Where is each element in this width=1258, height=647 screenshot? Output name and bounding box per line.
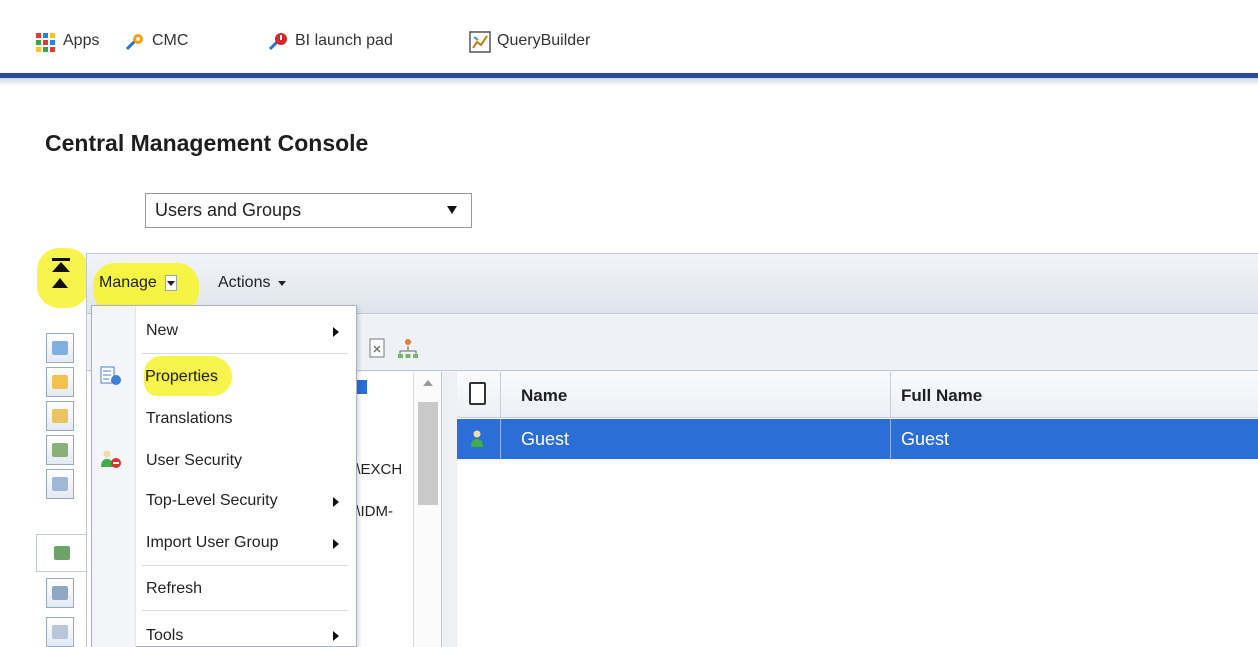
manage-label: Manage <box>99 274 157 291</box>
personal-folder-icon <box>52 477 68 491</box>
menu-item-translations[interactable]: Translations <box>146 410 233 428</box>
tab-favorites[interactable] <box>46 401 74 431</box>
bookmark-bi-launch-pad[interactable]: BI launch pad <box>267 30 393 52</box>
tab-users-and-groups[interactable] <box>36 534 86 572</box>
users-groups-icon <box>53 546 70 560</box>
cell-name: Guest <box>521 429 570 449</box>
actions-dropdown-icon <box>278 280 287 286</box>
document-icon <box>469 382 486 405</box>
delete-icon[interactable] <box>367 337 389 359</box>
bookmark-bi-launch-pad-label: BI launch pad <box>295 32 393 49</box>
tab-group-hierarchy[interactable] <box>46 578 74 608</box>
apps-grid-icon <box>36 32 55 52</box>
pane-splitter[interactable] <box>441 372 457 647</box>
tab-properties[interactable] <box>46 333 74 363</box>
menu-item-tools[interactable]: Tools <box>146 627 183 645</box>
inbox-folder-icon <box>52 443 68 457</box>
menu-separator <box>142 353 348 354</box>
menu-item-top-level-security[interactable]: Top-Level Security <box>146 492 278 510</box>
collapse-bar-icon <box>52 258 70 261</box>
menu-item-user-security[interactable]: User Security <box>146 452 242 470</box>
bookmark-cmc-label: CMC <box>152 32 189 49</box>
area-select-value: Users and Groups <box>155 200 302 220</box>
bookmarks-bar: Apps CMC BI launch pad QueryBuilder <box>0 0 1258 86</box>
tab-personal[interactable] <box>46 469 74 499</box>
submenu-arrow-icon <box>333 631 339 641</box>
folder-icon <box>52 375 68 389</box>
user-security-icon <box>100 449 122 469</box>
list-header: Name Full Name <box>457 372 1258 418</box>
tree-scrollbar[interactable] <box>413 372 441 647</box>
tab-folders[interactable] <box>46 367 74 397</box>
tab-inbox[interactable] <box>46 435 74 465</box>
column-divider <box>500 372 501 418</box>
properties-icon <box>52 341 68 355</box>
column-header-full-name[interactable]: Full Name <box>901 386 982 406</box>
actions-label: Actions <box>218 274 271 291</box>
menu-separator <box>142 565 348 566</box>
column-divider <box>890 419 891 459</box>
bi-launchpad-icon <box>267 31 287 51</box>
group-hierarchy-icon <box>52 586 68 600</box>
cell-full-name: Guest <box>901 429 950 449</box>
user-icon <box>471 430 483 448</box>
dropdown-caret-icon <box>447 206 457 214</box>
collapse-all-icon[interactable] <box>52 262 70 272</box>
menu-item-import-user-group[interactable]: Import User Group <box>146 534 278 552</box>
scroll-up-arrow-icon[interactable] <box>423 380 433 386</box>
member-of-icon[interactable] <box>397 337 419 359</box>
bookmark-querybuilder[interactable]: QueryBuilder <box>469 30 591 53</box>
manage-dropdown-icon <box>164 275 177 291</box>
bookmark-apps[interactable]: Apps <box>36 30 99 52</box>
column-divider <box>890 372 891 418</box>
menu-separator <box>142 610 348 611</box>
querybuilder-icon <box>469 31 491 53</box>
column-header-name[interactable]: Name <box>521 386 567 406</box>
cmc-star-icon <box>124 31 144 51</box>
menu-item-refresh[interactable]: Refresh <box>146 580 202 598</box>
tab-messages[interactable] <box>46 617 74 647</box>
bookmark-querybuilder-label: QueryBuilder <box>497 32 591 49</box>
page-title: Central Management Console <box>45 130 369 156</box>
area-select[interactable]: Users and Groups <box>145 193 472 228</box>
scroll-thumb[interactable] <box>418 402 438 505</box>
menu-item-properties-label: Properties <box>145 368 218 385</box>
table-row[interactable]: Guest Guest <box>457 419 1258 459</box>
object-list: Name Full Name Guest Guest <box>457 372 1258 647</box>
envelope-icon <box>52 625 68 639</box>
submenu-arrow-icon <box>333 539 339 549</box>
manage-menu-button[interactable]: Manage <box>99 274 177 292</box>
manage-dropdown-menu: New Properties Translations User Securit… <box>91 305 357 647</box>
properties-icon <box>100 366 122 386</box>
menu-icon-gutter <box>92 306 136 647</box>
header-shadow <box>0 78 1258 86</box>
bookmark-apps-label: Apps <box>63 32 100 49</box>
collapse-up-icon[interactable] <box>52 278 68 288</box>
menu-item-new[interactable]: New <box>146 322 178 340</box>
column-divider <box>500 419 501 459</box>
submenu-arrow-icon <box>333 497 339 507</box>
submenu-arrow-icon <box>333 327 339 337</box>
favorites-folder-icon <box>52 409 68 423</box>
actions-menu-button[interactable]: Actions <box>218 274 287 292</box>
bookmark-cmc[interactable]: CMC <box>124 30 188 52</box>
